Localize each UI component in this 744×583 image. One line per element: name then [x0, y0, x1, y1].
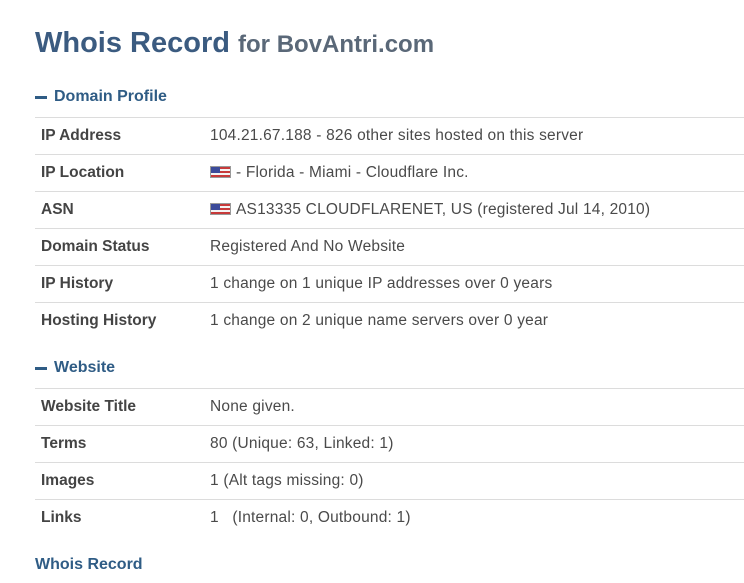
- row-value[interactable]: 1 change on 2 unique name servers over 0…: [204, 302, 744, 339]
- row-label: Terms: [35, 425, 204, 463]
- us-flag-icon: [210, 166, 231, 178]
- table-row-hosting-history: Hosting History 1 change on 2 unique nam…: [35, 302, 744, 339]
- row-label: IP Address: [35, 117, 204, 155]
- row-label: Images: [35, 462, 204, 500]
- row-label: ASN: [35, 191, 204, 229]
- whois-record-heading: Whois Record: [35, 556, 143, 573]
- domain-profile-heading: Domain Profile: [54, 88, 167, 105]
- row-value: 1 (Alt tags missing: 0): [204, 462, 744, 500]
- website-toggle[interactable]: Website: [35, 358, 115, 378]
- whois-page: Whois Record for BovAntri.com Domain Pro…: [0, 0, 744, 583]
- row-label: IP Location: [35, 154, 204, 192]
- website-heading: Website: [54, 359, 116, 376]
- row-value-with-flag: AS13335 CLOUDFLARENET, US (registered Ju…: [204, 191, 744, 229]
- row-value: Registered And No Website: [204, 228, 744, 266]
- row-value: 80 (Unique: 63, Linked: 1): [204, 425, 744, 463]
- table-row-links: Links 1 (Internal: 0, Outbound: 1): [35, 499, 744, 536]
- row-value-with-flag: - Florida - Miami - Cloudflare Inc.: [204, 154, 744, 192]
- domain-profile-toggle[interactable]: Domain Profile: [35, 87, 167, 107]
- page-title-domain: for BovAntri.com: [238, 31, 435, 58]
- row-value[interactable]: 104.21.67.188 - 826 other sites hosted o…: [204, 117, 744, 155]
- table-row-images: Images 1 (Alt tags missing: 0): [35, 462, 744, 500]
- row-label: Website Title: [35, 388, 204, 426]
- row-value: None given.: [204, 388, 744, 426]
- us-flag-icon: [210, 203, 231, 215]
- row-label: Hosting History: [35, 302, 204, 339]
- table-row-terms: Terms 80 (Unique: 63, Linked: 1): [35, 425, 744, 463]
- row-label: IP History: [35, 265, 204, 303]
- table-row-ip-location: IP Location - Florida - Miami - Cloudfla…: [35, 154, 744, 192]
- website-table: Website Title None given. Terms 80 (Uniq…: [35, 388, 744, 536]
- minus-icon[interactable]: [35, 366, 47, 370]
- table-row-ip-address: IP Address 104.21.67.188 - 826 other sit…: [35, 117, 744, 155]
- table-row-ip-history: IP History 1 change on 1 unique IP addre…: [35, 265, 744, 303]
- minus-icon[interactable]: [35, 95, 47, 99]
- table-row-asn: ASN AS13335 CLOUDFLARENET, US (registere…: [35, 191, 744, 229]
- row-value[interactable]: - Florida - Miami - Cloudflare Inc.: [236, 164, 469, 181]
- domain-profile-table: IP Address 104.21.67.188 - 826 other sit…: [35, 117, 744, 339]
- row-value[interactable]: 1 change on 1 unique IP addresses over 0…: [204, 265, 744, 303]
- table-row-domain-status: Domain Status Registered And No Website: [35, 228, 744, 266]
- page-title: Whois Record for BovAntri.com: [35, 24, 434, 64]
- row-value: 1 (Internal: 0, Outbound: 1): [204, 499, 744, 536]
- row-label: Links: [35, 499, 204, 536]
- row-label: Domain Status: [35, 228, 204, 266]
- row-value[interactable]: AS13335 CLOUDFLARENET, US (registered Ju…: [236, 201, 650, 218]
- table-row-website-title: Website Title None given.: [35, 388, 744, 426]
- page-title-main: Whois Record: [35, 27, 230, 59]
